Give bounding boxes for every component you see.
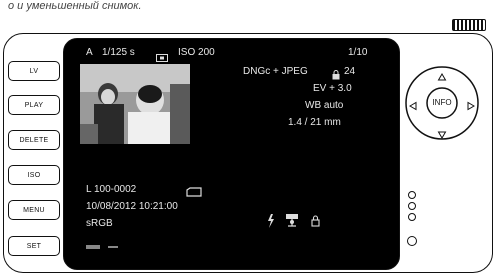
iso-button[interactable]: ISO: [8, 165, 60, 185]
exposure-compensation: EV + 3.0: [313, 83, 352, 94]
delete-button[interactable]: DELETE: [8, 130, 60, 150]
indicator-dot-1: [408, 191, 416, 199]
file-id: L 100-0002: [86, 184, 137, 195]
lcd-display: A 1/125 s ISO 200 1/10 DNGc + JPEG 24 EV…: [78, 44, 383, 262]
grip-icon: [452, 19, 486, 31]
indicator-dot-2: [408, 202, 416, 210]
nav-up-icon[interactable]: [437, 69, 447, 81]
info-button[interactable]: INFO: [429, 97, 455, 109]
protect-icon: [311, 214, 320, 227]
capture-datetime: 10/08/2012 10:21:00: [86, 201, 178, 212]
nav-pad[interactable]: INFO: [403, 64, 481, 142]
lcd-screen: A 1/125 s ISO 200 1/10 DNGc + JPEG 24 EV…: [63, 38, 400, 270]
gps-icon: [284, 212, 300, 228]
lv-button[interactable]: LV: [8, 61, 60, 81]
histogram-indicator: [86, 237, 126, 249]
set-button[interactable]: SET: [8, 236, 60, 256]
indicator-dot-3: [408, 213, 416, 221]
white-balance: WB auto: [305, 100, 344, 111]
file-format: DNGc + JPEG: [243, 66, 308, 77]
status-led: [407, 236, 417, 246]
nav-left-icon[interactable]: [408, 98, 418, 111]
lock-icon: [332, 67, 340, 80]
caption-text: о и уменьшенный снимок.: [8, 0, 142, 12]
menu-button[interactable]: MENU: [8, 200, 60, 220]
resolution-value: 24: [344, 66, 356, 77]
exposure-mode: A: [86, 47, 93, 58]
flash-icon: [266, 214, 276, 228]
nav-right-icon[interactable]: [466, 98, 476, 111]
color-space: sRGB: [86, 218, 113, 229]
shutter-speed: 1/125 s: [102, 47, 135, 58]
aperture-focal: 1.4 / 21 mm: [288, 117, 341, 128]
card-icon: [186, 184, 202, 197]
play-button[interactable]: PLAY: [8, 95, 60, 115]
nav-down-icon[interactable]: [437, 127, 447, 139]
iso-value: ISO 200: [178, 47, 215, 58]
photo-thumbnail: [80, 64, 190, 144]
frame-counter: 1/10: [348, 47, 368, 58]
metering-icon: [156, 49, 168, 62]
